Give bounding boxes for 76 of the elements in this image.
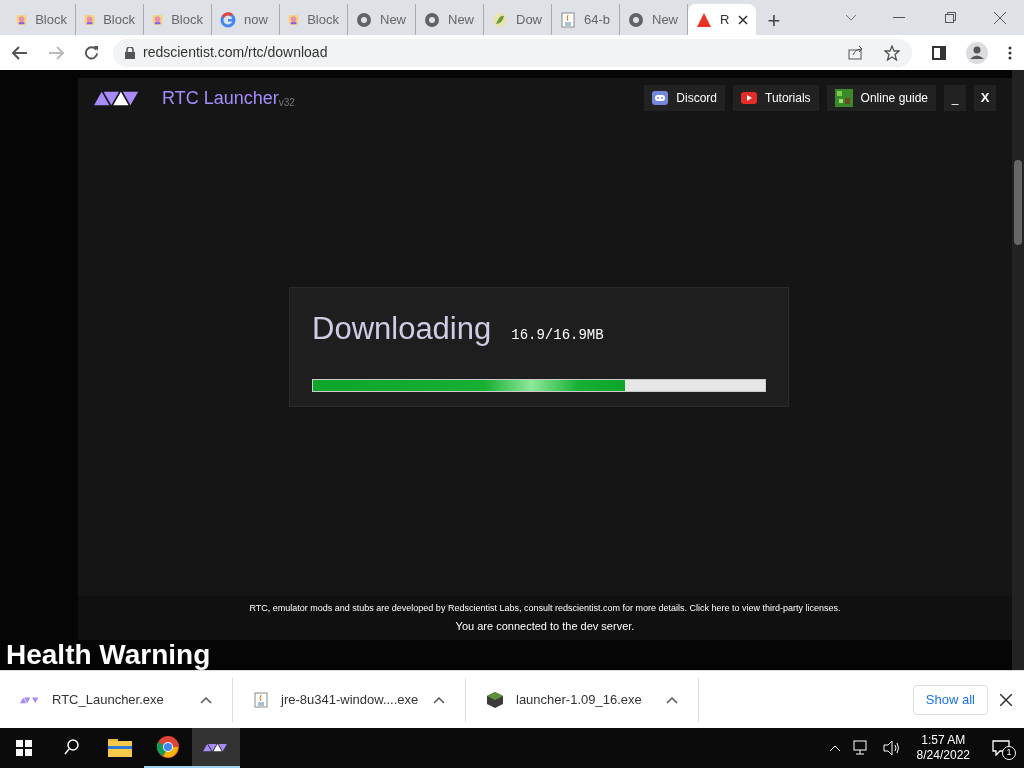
chevron-up-icon[interactable]	[433, 695, 445, 704]
close-icon[interactable]	[1000, 693, 1012, 706]
google-icon	[220, 11, 236, 28]
tab-title: Dow	[516, 10, 542, 29]
notification-icon[interactable]	[992, 740, 1010, 756]
download-item[interactable]: launcher-1.09_16.exe	[466, 677, 699, 722]
file-name: jre-8u341-window....exe	[281, 690, 419, 709]
license-notice: RTC, emulator mods and stubs are developed by Redscientist Labs, consult redscientist.com for more details. Click here to view third-party licenses.	[249, 601, 841, 615]
play-icon	[741, 92, 758, 104]
file-name: RTC_Launcher.exe	[52, 690, 164, 709]
windows-icon[interactable]	[16, 740, 32, 756]
launcher-logo-icon	[20, 695, 40, 704]
tab-title: 64-b	[584, 10, 611, 29]
notification-count: 1	[1002, 746, 1016, 760]
url-text: redscientist.com/rtc/download	[143, 43, 328, 62]
chevron-down-icon[interactable]	[845, 13, 857, 22]
chrome-icon	[356, 11, 372, 28]
menu-icon[interactable]	[1008, 45, 1012, 60]
show-all-button[interactable]: Show all	[912, 684, 988, 715]
chrome-icon	[424, 11, 440, 28]
chrome-icon	[156, 735, 180, 759]
minimize-icon[interactable]	[893, 16, 905, 19]
chevron-up-icon[interactable]	[200, 695, 212, 704]
profile-icon[interactable]	[966, 41, 988, 64]
version-label: v32	[278, 96, 295, 110]
clock-date: 8/24/2022	[916, 748, 970, 763]
download-item[interactable]: jre-8u341-window....exe	[233, 677, 466, 722]
page-heading: Health Warning	[6, 640, 212, 670]
tab-title: Block	[171, 10, 203, 29]
tab-title: Block	[35, 10, 67, 29]
tab-title: New	[448, 10, 474, 29]
tab-title: New	[652, 10, 678, 29]
close-icon[interactable]	[738, 14, 748, 25]
tab-title: now	[244, 10, 268, 29]
download-item[interactable]: RTC_Launcher.exe	[0, 677, 233, 722]
star-icon[interactable]	[884, 44, 900, 61]
address-bar[interactable]: redscientist.com/rtc/download	[113, 38, 912, 67]
browser-tab[interactable]: R	[688, 4, 756, 35]
chevron-up-icon[interactable]	[666, 695, 678, 704]
block-icon	[834, 89, 853, 107]
java-icon	[253, 691, 269, 708]
close-icon[interactable]	[994, 11, 1006, 24]
download-heading: Downloading	[312, 310, 492, 348]
search-icon	[63, 738, 81, 756]
tab-title: Block	[103, 10, 135, 29]
lock-icon	[125, 46, 135, 59]
link-button[interactable]: Online guide	[826, 85, 936, 111]
launcher-title: RTC Launcher	[162, 86, 279, 110]
tab-title: R	[720, 10, 730, 29]
leaf-icon	[492, 11, 508, 28]
connection-status: You are connected to the dev server.	[455, 619, 635, 634]
back-icon[interactable]	[12, 45, 28, 60]
side-panel-icon[interactable]	[932, 45, 946, 60]
clock-time: 1:57 AM	[921, 733, 966, 748]
link-button[interactable]: Tutorials	[733, 85, 819, 111]
new-tab-button[interactable]: +	[756, 4, 792, 35]
file-name: launcher-1.09_16.exe	[516, 690, 642, 709]
minimize-button[interactable]: _	[944, 85, 966, 111]
game-controller-icon	[652, 90, 669, 106]
chrome-icon	[628, 11, 644, 28]
tab-title: Block	[307, 10, 339, 29]
reload-icon[interactable]	[84, 45, 99, 60]
restore-icon[interactable]	[945, 12, 956, 23]
scrollbar[interactable]	[1012, 70, 1024, 670]
close-button[interactable]: X	[974, 85, 996, 111]
warning-icon	[696, 11, 712, 28]
volume-icon[interactable]	[882, 740, 901, 756]
share-icon[interactable]	[848, 45, 864, 60]
folder-icon	[108, 737, 132, 757]
java-icon	[560, 11, 576, 28]
cube-icon	[486, 690, 504, 709]
download-size: 16.9/16.9MB	[511, 326, 604, 345]
link-button[interactable]: Discord	[644, 85, 726, 111]
launcher-logo-icon	[203, 741, 229, 753]
tab-title: New	[380, 10, 406, 29]
taskbar-app[interactable]	[192, 728, 240, 768]
